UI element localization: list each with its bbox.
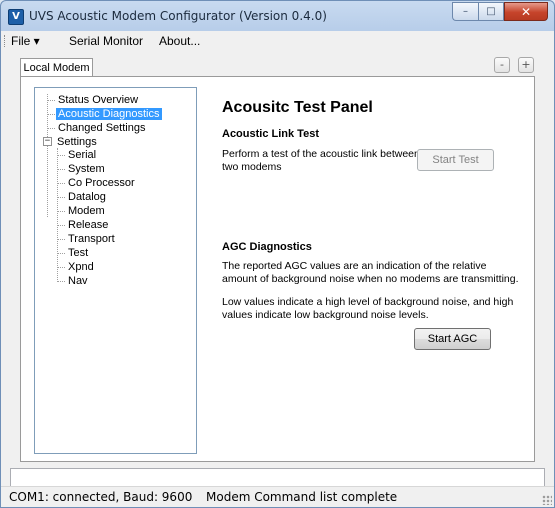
tree-item-nav[interactable]: Nav — [68, 274, 88, 288]
navigation-tree[interactable]: − Status Overview Acoustic Diagnostics C… — [34, 87, 197, 454]
agc-description: The reported AGC values are an indicatio… — [222, 260, 522, 285]
app-icon: V — [8, 9, 24, 25]
tree-item-test[interactable]: Test — [68, 246, 88, 260]
tree-item-transport[interactable]: Transport — [68, 232, 115, 246]
link-test-heading: Acoustic Link Test — [222, 128, 319, 140]
tree-connector — [58, 239, 65, 240]
collapse-settings-icon[interactable]: − — [43, 137, 52, 146]
status-message: Modem Command list complete — [206, 490, 398, 504]
tree-item-label: Acoustic Diagnostics — [56, 108, 162, 120]
tree-connector — [48, 114, 55, 115]
tree-item-acoustic-diagnostics[interactable]: Acoustic Diagnostics — [56, 107, 162, 121]
tree-connector — [58, 155, 65, 156]
tree-connector — [58, 253, 65, 254]
command-input[interactable] — [10, 468, 545, 488]
agc-explanation-line: Low values indicate a high level of back… — [222, 296, 514, 308]
tree-connector — [58, 211, 65, 212]
tree-item-label: Datalog — [68, 191, 106, 203]
tree-connector — [58, 267, 65, 268]
resize-grip[interactable] — [542, 495, 552, 505]
link-test-description: Perform a test of the acoustic link betw… — [222, 148, 422, 173]
tree-item-label: Modem — [68, 205, 105, 217]
tree-connector — [48, 128, 55, 129]
panel-title: Acousitc Test Panel — [222, 99, 373, 116]
window-controls: – □ ✕ — [452, 2, 548, 22]
tree-item-datalog[interactable]: Datalog — [68, 190, 106, 204]
tree-item-release[interactable]: Release — [68, 218, 108, 232]
window-title: UVS Acoustic Modem Configurator (Version… — [29, 9, 327, 23]
tree-item-label: Transport — [68, 233, 115, 245]
tree-item-co-processor[interactable]: Co Processor — [68, 176, 135, 190]
tree-item-settings[interactable]: Settings — [57, 135, 97, 149]
agc-explanation: Low values indicate a high level of back… — [222, 296, 522, 321]
remove-tab-button[interactable]: - — [494, 57, 510, 73]
tab-local-modem[interactable]: Local Modem — [20, 58, 93, 77]
tree-item-label: Xpnd — [68, 261, 94, 273]
tree-connector — [58, 169, 65, 170]
tree-item-label: Co Processor — [68, 177, 135, 189]
close-button[interactable]: ✕ — [504, 2, 548, 21]
tab-panel: − Status Overview Acoustic Diagnostics C… — [20, 76, 535, 462]
tree-connector — [58, 197, 65, 198]
tree-item-changed-settings[interactable]: Changed Settings — [58, 121, 145, 135]
diagnostics-content: Acousitc Test Panel Acoustic Link Test P… — [221, 77, 534, 461]
tree-item-status-overview[interactable]: Status Overview — [58, 93, 138, 107]
tree-item-label: Settings — [57, 136, 97, 148]
start-test-button[interactable]: Start Test — [417, 149, 494, 171]
connection-status: COM1: connected, Baud: 9600 — [9, 490, 193, 504]
tree-connector — [47, 94, 48, 217]
agc-description-line: The reported AGC values are an indicatio… — [222, 260, 487, 272]
tree-item-modem[interactable]: Modem — [68, 204, 105, 218]
title-bar[interactable]: V UVS Acoustic Modem Configurator (Versi… — [1, 1, 554, 31]
link-test-description-line: two modems — [222, 160, 282, 173]
agc-description-line: amount of background noise when no modem… — [222, 272, 519, 285]
tree-item-label: Serial — [68, 149, 97, 161]
tree-item-label: Status Overview — [58, 94, 139, 106]
menu-bar: File ▾ Serial Monitor About... — [1, 31, 554, 51]
add-tab-button[interactable]: + — [518, 57, 534, 73]
tree-connector — [58, 225, 65, 226]
start-agc-button[interactable]: Start AGC — [414, 328, 491, 350]
minimize-button[interactable]: – — [452, 2, 478, 21]
agc-heading: AGC Diagnostics — [222, 241, 312, 253]
menu-grip — [4, 35, 7, 47]
tree-item-serial[interactable]: Serial — [68, 148, 96, 162]
agc-explanation-line: values indicate low background noise lev… — [222, 308, 429, 321]
tree-item-label: Release — [68, 219, 109, 231]
tree-connector — [48, 100, 55, 101]
tree-item-label: System — [68, 163, 105, 175]
maximize-button[interactable]: □ — [478, 2, 504, 21]
menu-serial-monitor[interactable]: Serial Monitor — [69, 34, 143, 48]
status-bar: COM1: connected, Baud: 9600 Modem Comman… — [1, 486, 554, 507]
menu-about[interactable]: About... — [159, 34, 200, 48]
menu-file[interactable]: File ▾ — [11, 34, 40, 48]
tree-connector — [58, 183, 65, 184]
link-test-description-line: Perform a test of the acoustic link betw… — [222, 148, 420, 160]
tree-item-label: Changed Settings — [58, 122, 146, 134]
tree-connector — [58, 281, 65, 282]
tree-item-xpnd[interactable]: Xpnd — [68, 260, 94, 274]
tree-item-label: Nav — [68, 275, 88, 287]
tree-item-system[interactable]: System — [68, 162, 105, 176]
main-window: V UVS Acoustic Modem Configurator (Versi… — [0, 0, 555, 508]
tree-item-label: Test — [68, 247, 89, 259]
tab-strip: Local Modem - + — [1, 53, 554, 77]
